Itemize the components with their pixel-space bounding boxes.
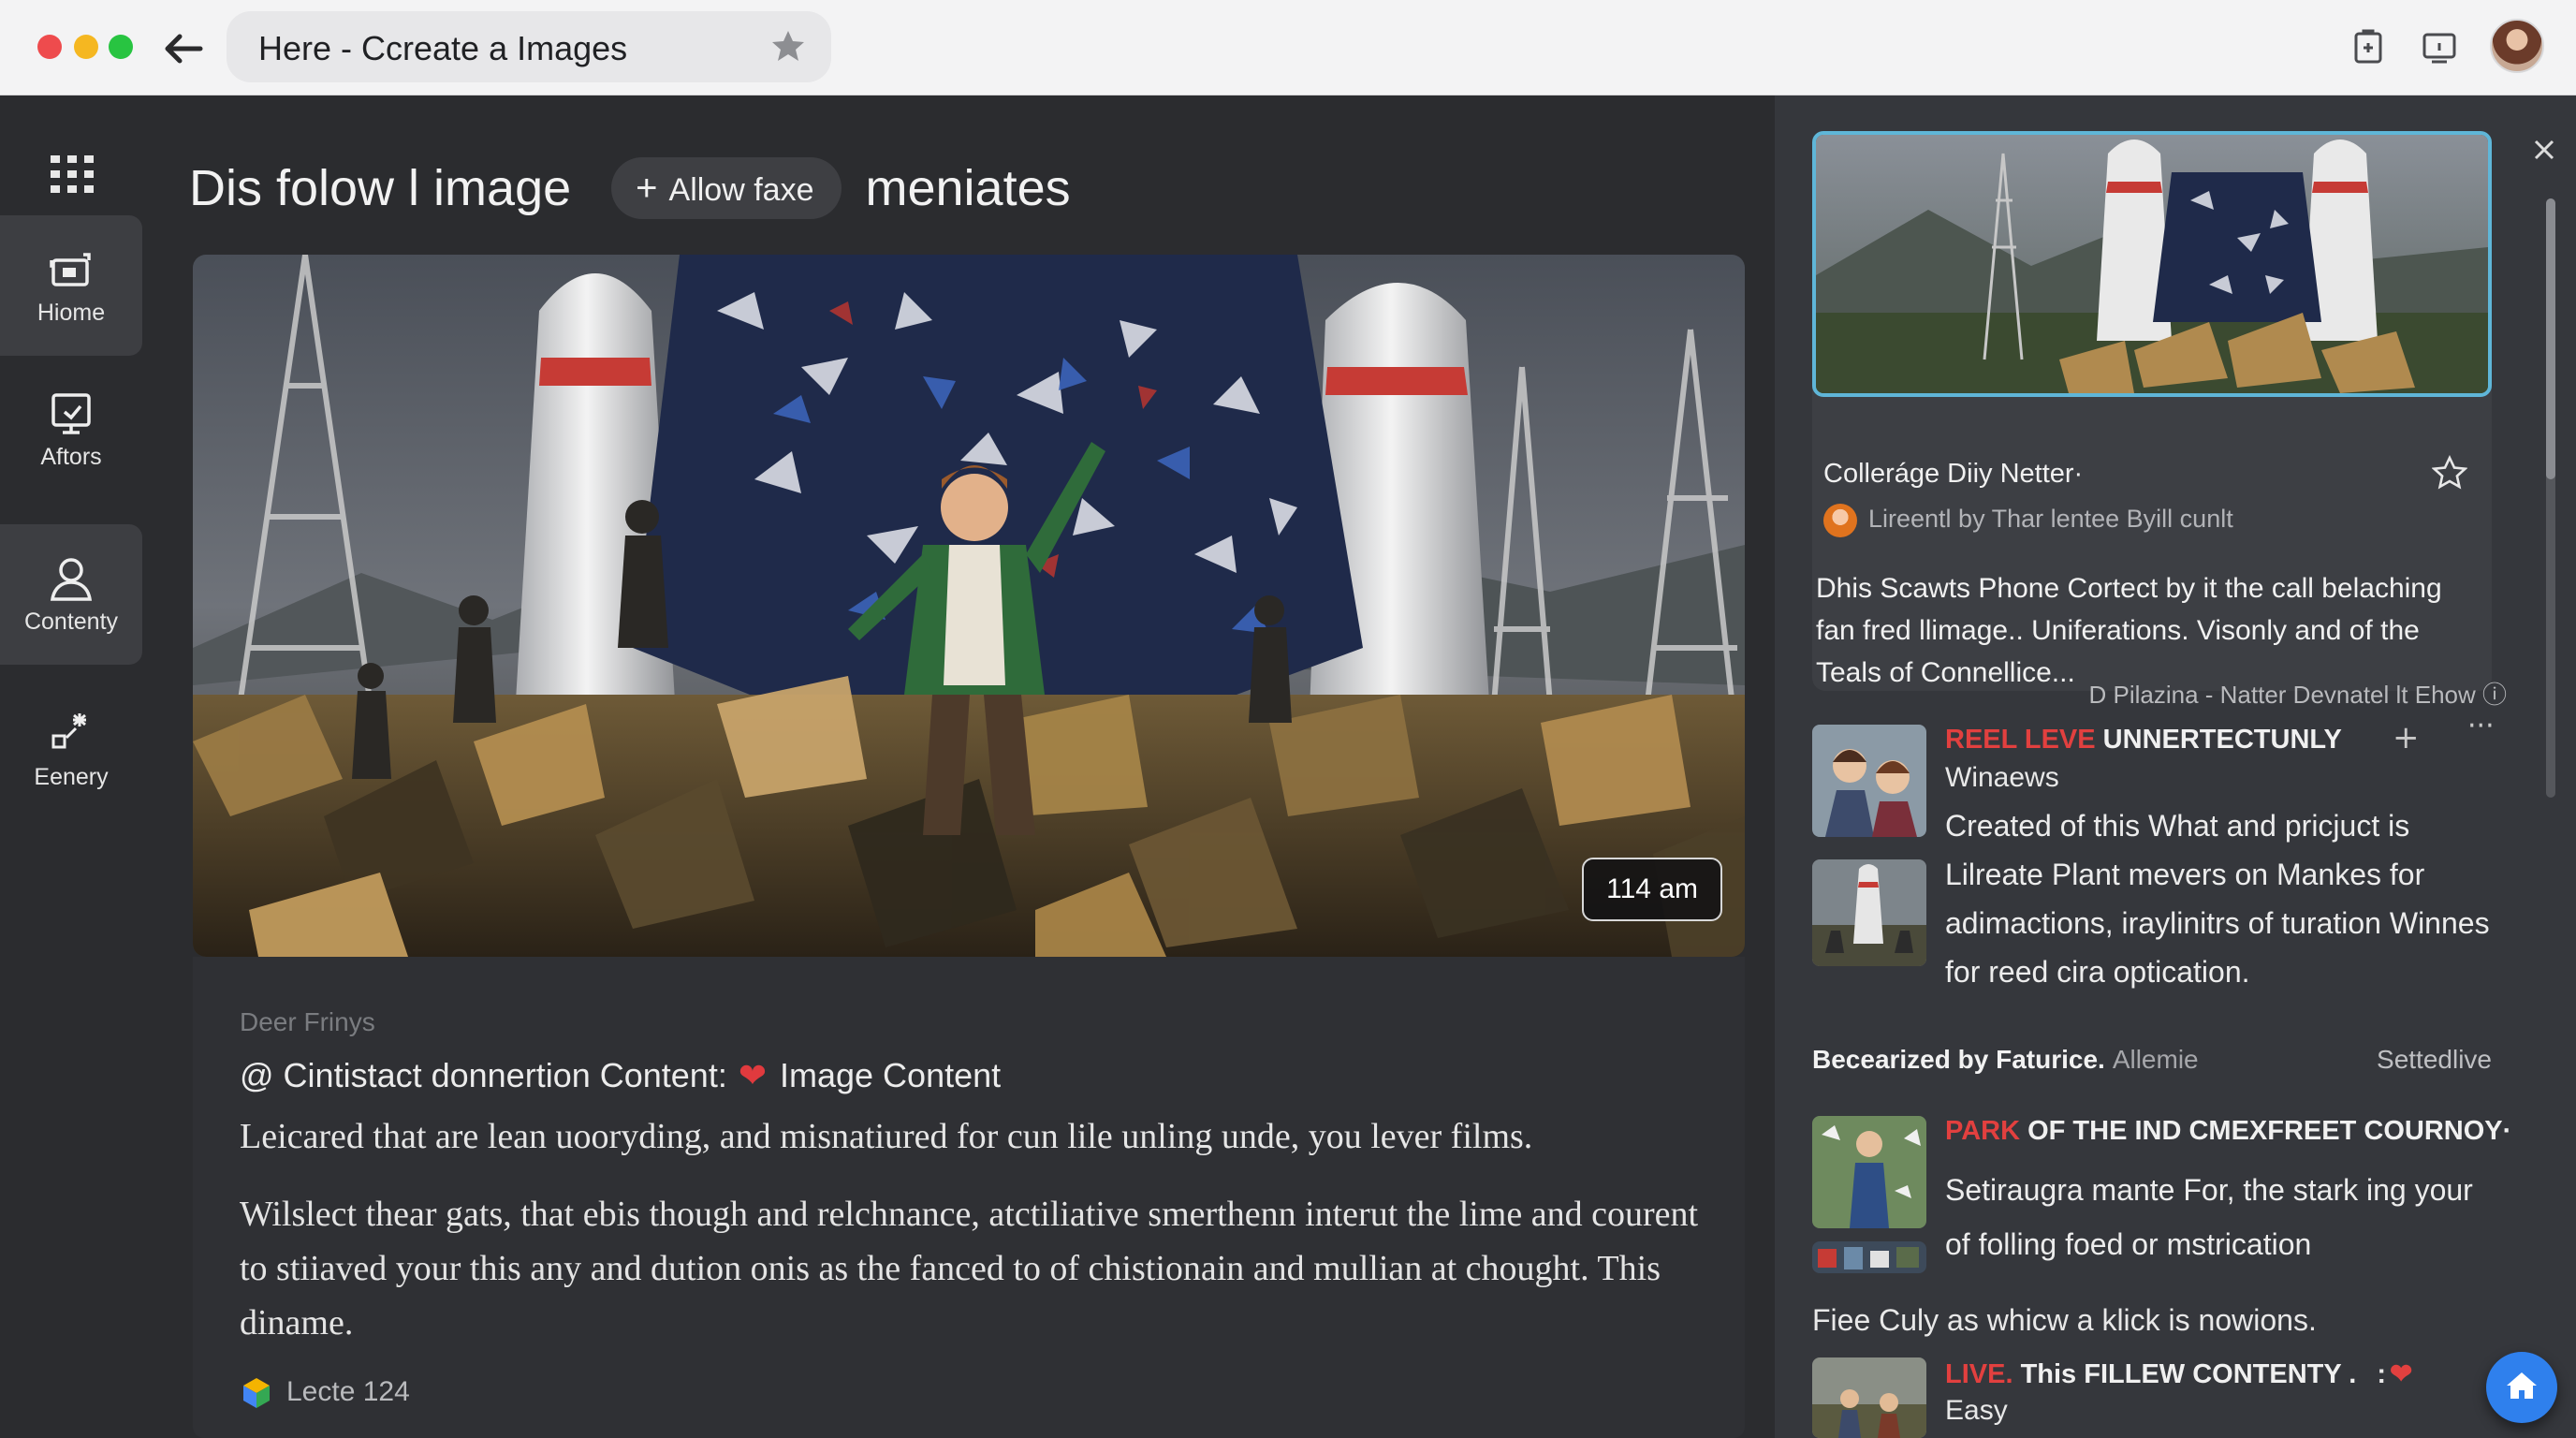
hero-illustration [193,255,1745,957]
profile-avatar[interactable] [2490,19,2544,73]
news-headline-highlight: PARK [1945,1116,2021,1146]
close-window-button[interactable] [37,35,62,59]
back-arrow-icon[interactable] [157,22,210,75]
news-thumbnail-strip-illustration [1812,1241,1926,1273]
featured-byline: Lireentl by Thar lentee Byill cunlt [1823,504,2233,537]
scrollbar-thumb[interactable] [2546,198,2555,479]
featured-title[interactable]: Colleráge Diiy Netter· [1823,459,2083,490]
news-thumbnail-strip[interactable] [1812,1241,1926,1273]
description-card: Deer Frinys @ Cintistact donnertion Cont… [193,957,1745,1438]
news-tail: Fiee Culy as whicw a klick is nowions. [1812,1303,2317,1337]
section-title: Becearized by Faturice. [1812,1045,2105,1074]
heart-icon[interactable]: ❤ [2390,1359,2412,1389]
byline-text: Lireentl by Thar lentee Byill cunlt [1868,505,2233,534]
footer-label: Lecte 124 [286,1376,410,1407]
time-badge: 114 am [1582,858,1722,921]
featured-illustration [1816,135,2488,393]
home-icon [2507,1372,2537,1399]
content-line: @ Cintistact donnertion Content: ❤ Image C… [240,1056,1001,1095]
right-panel: Colleráge Diiy Netter· Lireentl by Thar … [1775,95,2576,1438]
featured-description: Dhis Scawts Phone Cortect by it the call… [1816,573,2442,688]
news-item[interactable]: LIVE. This FILLEW CONTENTY . : ❤ Easy [1812,1357,2492,1438]
description-paragraph: Wilslect thear gats, that ebis though an… [240,1195,1699,1343]
news-body: Setiraugra mante For, the stark ing your… [1945,1173,2473,1261]
news-headline-highlight: REEL LEVE [1945,725,2096,755]
heart-icon[interactable]: ❤ [739,1056,767,1094]
featured-image[interactable] [1812,131,2492,397]
news-source: Easy [1945,1395,2008,1426]
post-meta: Deer Frinys [240,1007,375,1036]
maximize-window-button[interactable] [109,35,133,59]
colorful-cube-icon [243,1378,270,1409]
post-footer: Lecte 124 [240,1376,410,1410]
close-icon[interactable] [2527,133,2561,167]
user-icon [50,558,93,601]
news-thumbnail-secondary[interactable] [1812,859,1926,966]
news-headline[interactable]: REEL LEVE UNNERTECTUNLY [1945,725,2342,756]
tab-title: Here - Ccreate a Images [258,29,628,67]
tab-switcher-icon[interactable] [2419,26,2460,67]
section-header: Becearized by Faturice. Allemie Settedliv… [1812,1045,2492,1075]
news-thumbnail-illustration [1812,1357,1926,1438]
sidebar-item-home[interactable]: Hiome [0,215,142,356]
allow-faxe-label: Allow faxe [668,171,814,208]
sidebar-item-label: Hiome [37,300,106,326]
news-thumbnail-illustration [1812,1116,1926,1228]
apps-grid-icon[interactable] [49,152,95,198]
sparkle-icon [51,713,86,749]
news-item[interactable]: REEL LEVE UNNERTECTUNLY + ··· Winaews Cr… [1812,710,2495,1043]
news-thumbnail-secondary-illustration [1812,859,1926,966]
page-title: Dis folow l image + Allow faxe meniates [189,155,1071,219]
news-thumbnail[interactable] [1812,1116,1926,1228]
news-headline-text: UNNERTECTUNLY [2095,725,2342,755]
description-line: Leicared that are lean uooryding, and mi… [240,1117,1533,1156]
featured-card[interactable]: Colleráge Diiy Netter· Lireentl by Thar … [1812,131,2492,691]
news-thumbnail[interactable] [1812,1357,1926,1438]
content-line-prefix: @ Cintistact donnertion Content: [240,1056,727,1094]
sidebar-item-label: Aftors [40,444,102,470]
more-options-icon[interactable]: ··· [2467,710,2495,742]
left-sidebar: Hiome Aftors Contenty Eenery [0,95,159,1438]
news-headline[interactable]: LIVE. This FILLEW CONTENTY . : ❤ [1945,1357,2412,1390]
news-headline-text: OF THE IND CMEXFREET COURNOY· [2020,1116,2512,1146]
content-line-suffix: Image Content [780,1056,1002,1094]
news-item[interactable]: PARK OF THE IND CMEXFREET COURNOY· Setir… [1812,1116,2511,1337]
extension-icon[interactable] [2348,26,2389,67]
news-thumbnail[interactable] [1812,725,1926,837]
news-headline[interactable]: PARK OF THE IND CMEXFREET COURNOY· [1945,1116,2511,1147]
home-icon [50,253,91,286]
news-thumbnail-illustration [1812,725,1926,837]
news-source: Winaews [1945,762,2059,793]
sidebar-item-contenty[interactable]: Contenty [0,524,142,665]
sidebar-item-eenery[interactable]: Eenery [0,680,142,820]
home-fab-button[interactable] [2486,1352,2557,1423]
allow-faxe-button[interactable]: + Allow faxe [611,156,842,219]
news-headline-highlight: LIVE. [1945,1359,2013,1389]
hero-image[interactable]: 114 am [193,255,1745,957]
page-title-part2: meniates [865,159,1071,216]
add-icon[interactable]: + [2393,719,2420,756]
star-outline-icon[interactable] [2432,455,2467,491]
monitor-icon [51,393,91,434]
colon-separator: : [2377,1359,2387,1389]
sidebar-item-aftors[interactable]: Aftors [0,360,142,500]
author-avatar[interactable] [1823,504,1857,537]
section-subtitle: Allemie [2112,1045,2199,1074]
minimize-window-button[interactable] [74,35,98,59]
news-body: Created of this What and pricjuct is Lil… [1945,809,2490,989]
news-headline-text: This FILLEW CONTENTY . [2012,1359,2357,1389]
address-bar[interactable]: Here - Ccreate a Images [227,11,831,82]
sidebar-item-label: Eenery [34,764,109,790]
sidebar-item-label: Contenty [23,609,119,635]
bookmark-star-icon[interactable] [769,28,807,66]
page-title-part1: Dis folow l image [189,159,572,216]
section-link[interactable]: Settedlive [2377,1045,2492,1075]
featured-credit: D Pilazina - Natter Devnatel lt Ehow ⓘ [2088,681,2507,709]
browser-toolbar: Here - Ccreate a Images [0,0,2576,95]
plus-icon: + [636,167,658,209]
